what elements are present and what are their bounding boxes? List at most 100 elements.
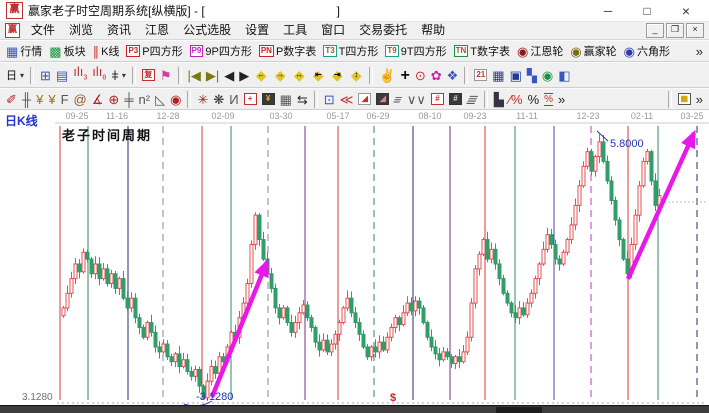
rays-fan-icon[interactable]: ≪ [338, 91, 356, 108]
sectors-button[interactable]: ▩板块 [47, 42, 87, 60]
candle-style-dropdown[interactable]: ǂ▾ [109, 67, 128, 84]
gann-overflow-icon[interactable]: » [556, 91, 567, 108]
shen-grid-icon[interactable]: + [242, 92, 259, 106]
wheel-target-icon[interactable]: ◉ [168, 91, 183, 108]
menu-tools[interactable]: 工具 [276, 22, 314, 39]
calendar-icon[interactable]: 21 [472, 68, 489, 82]
mini-chart-3-icon[interactable]: ılı3 [71, 63, 89, 87]
hash-ruler-icon[interactable]: ╪ [122, 91, 135, 108]
fan-box-icon[interactable]: ◢ [356, 92, 373, 106]
computer-icon[interactable]: ▣ [508, 67, 524, 84]
n-square-icon[interactable]: n² [137, 91, 153, 108]
chart-area[interactable]: 日K线 09-2511-1612-2802-0903-3005-1706-290… [0, 110, 709, 405]
p-square-button[interactable]: P3P四方形 [124, 42, 184, 60]
crosshair-icon[interactable]: + [398, 67, 411, 84]
calculator-icon[interactable]: ▦ [490, 67, 506, 84]
import-icon[interactable]: ◧ [556, 67, 572, 84]
pattern-icon[interactable]: ❖ [445, 67, 461, 84]
t9-square-button-label: 9T四方形 [401, 43, 447, 59]
mdi-close-button[interactable]: × [686, 23, 704, 38]
menu-file[interactable]: 文件 [24, 22, 62, 39]
export-icon[interactable]: ◉ [540, 67, 555, 84]
menu-window[interactable]: 窗口 [314, 22, 352, 39]
t-digit-table-button[interactable]: TNT数字表 [452, 42, 512, 60]
horizontal-scrollbar[interactable] [0, 405, 709, 413]
minimize-button[interactable]: ─ [591, 1, 625, 21]
frame-icon[interactable]: ⊡ [322, 91, 337, 108]
pointer-mark-icon[interactable]: ⊙ [413, 67, 428, 84]
fit-vert-icon[interactable]: ◆↕ [347, 67, 365, 83]
spiral-icon[interactable]: @ [72, 91, 89, 108]
prev-bar-icon[interactable]: ◀ [222, 67, 236, 84]
notch-lines-icon[interactable]: И [227, 91, 240, 108]
menu-gann[interactable]: 江恩 [138, 22, 176, 39]
menu-formula-pick[interactable]: 公式选股 [176, 22, 238, 39]
save-icon[interactable]: ▚ [525, 67, 539, 84]
zigzag-icon[interactable]: ∨∨ [405, 91, 428, 108]
menu-browse[interactable]: 浏览 [62, 22, 100, 39]
retrace-percent-icon[interactable]: ∕% [507, 91, 525, 108]
gann-wheel-button[interactable]: ◉江恩轮 [515, 42, 565, 60]
span-arrows-icon[interactable]: ⇆ [295, 91, 310, 108]
first-bar-icon[interactable]: |◀ [186, 67, 203, 84]
hexagon-button[interactable]: ◉六角形 [622, 42, 672, 60]
close-button[interactable]: × [669, 1, 703, 21]
menu-news[interactable]: 资讯 [100, 22, 138, 39]
menu-help[interactable]: 帮助 [414, 22, 452, 39]
page-right-icon[interactable]: ◆⇥ [328, 67, 346, 83]
gann-pen-icon[interactable]: ✐ [4, 91, 19, 108]
t-square-button[interactable]: T3T四方形 [321, 42, 380, 60]
slant-lines-icon[interactable]: ≡ [392, 91, 404, 108]
menu-settings[interactable]: 设置 [238, 22, 276, 39]
golden-section2-icon[interactable]: ¥ [46, 91, 57, 108]
maximize-button[interactable]: □ [630, 1, 664, 21]
net-grid-icon[interactable]: ▦ [278, 91, 294, 108]
color-flag-icon-glyph: ⚑ [160, 68, 172, 83]
parallel-lines-icon[interactable]: ≣ [465, 91, 480, 108]
kline-button[interactable]: ∥K线 [91, 42, 122, 60]
color-flag-icon[interactable]: ⚑ [158, 67, 174, 84]
quotes-button[interactable]: ▦行情 [4, 42, 44, 60]
p9-square-button[interactable]: P99P四方形 [188, 42, 254, 60]
restore-rights-icon[interactable]: 复 [140, 68, 157, 82]
red-grid-icon[interactable]: # [429, 92, 446, 106]
burst-icon[interactable]: ✳ [195, 91, 210, 108]
angle-line-icon[interactable]: ◺ [153, 91, 167, 108]
info-panel-icon[interactable]: ▤ [54, 67, 70, 84]
fibonacci-f-icon[interactable]: F [59, 91, 71, 108]
toolbar-main-overflow-icon[interactable]: » [694, 43, 705, 60]
page-left-icon[interactable]: ◆⇤ [309, 67, 327, 83]
p-digit-table-button[interactable]: PNP数字表 [257, 42, 318, 60]
shrink-horiz-icon[interactable]: ◆← [252, 67, 270, 83]
fit-horiz-icon[interactable]: ◆↔ [290, 67, 308, 83]
t9-square-button[interactable]: T99T四方形 [383, 42, 448, 60]
stamp-icon[interactable]: ✿ [429, 67, 444, 84]
scrollbar-thumb[interactable] [496, 407, 542, 413]
ruler-grid-icon[interactable]: ╫ [20, 91, 33, 108]
window-layout-icon[interactable]: ⊞ [38, 67, 53, 84]
period-day-dropdown[interactable]: 日▾ [4, 66, 26, 84]
angle-pen-icon[interactable]: ∡ [90, 91, 106, 108]
last-bar-icon[interactable]: ▶| [204, 67, 221, 84]
percent-icon[interactable]: % [526, 91, 542, 108]
winner-wheel-button[interactable]: ◉赢家轮 [568, 42, 618, 60]
circle-cross-icon[interactable]: ⊕ [106, 91, 121, 108]
grid-window-icon[interactable]: ▦ [676, 92, 693, 106]
huang-grid-icon[interactable]: ¥ [260, 92, 277, 106]
grid-burst-icon[interactable]: ❋ [211, 91, 226, 108]
grow-horiz-icon[interactable]: ◆→ [271, 67, 289, 83]
golden-section-icon[interactable]: ¥ [34, 91, 45, 108]
kline-chart-svg[interactable]: 09-2511-1612-2802-0903-3005-1706-2908-10… [0, 110, 709, 405]
dark-grid-icon[interactable]: # [447, 92, 464, 106]
percent-lines-icon[interactable]: % [542, 92, 555, 107]
fan-dark-box-icon[interactable]: ◢ [374, 92, 391, 106]
histogram-icon[interactable]: ▙ [492, 91, 506, 108]
mdi-restore-button[interactable]: ❐ [666, 23, 684, 38]
mini-chart-8-icon[interactable]: ılı8 [90, 63, 108, 87]
sectors-button-glyph: ▩ [49, 44, 61, 59]
mdi-minimize-button[interactable]: _ [646, 23, 664, 38]
drag-hand-icon[interactable]: ✌ [377, 67, 397, 84]
menu-trade[interactable]: 交易委托 [352, 22, 414, 39]
gann-overflow2-icon[interactable]: » [694, 91, 705, 108]
next-bar-icon[interactable]: ▶ [237, 67, 251, 84]
